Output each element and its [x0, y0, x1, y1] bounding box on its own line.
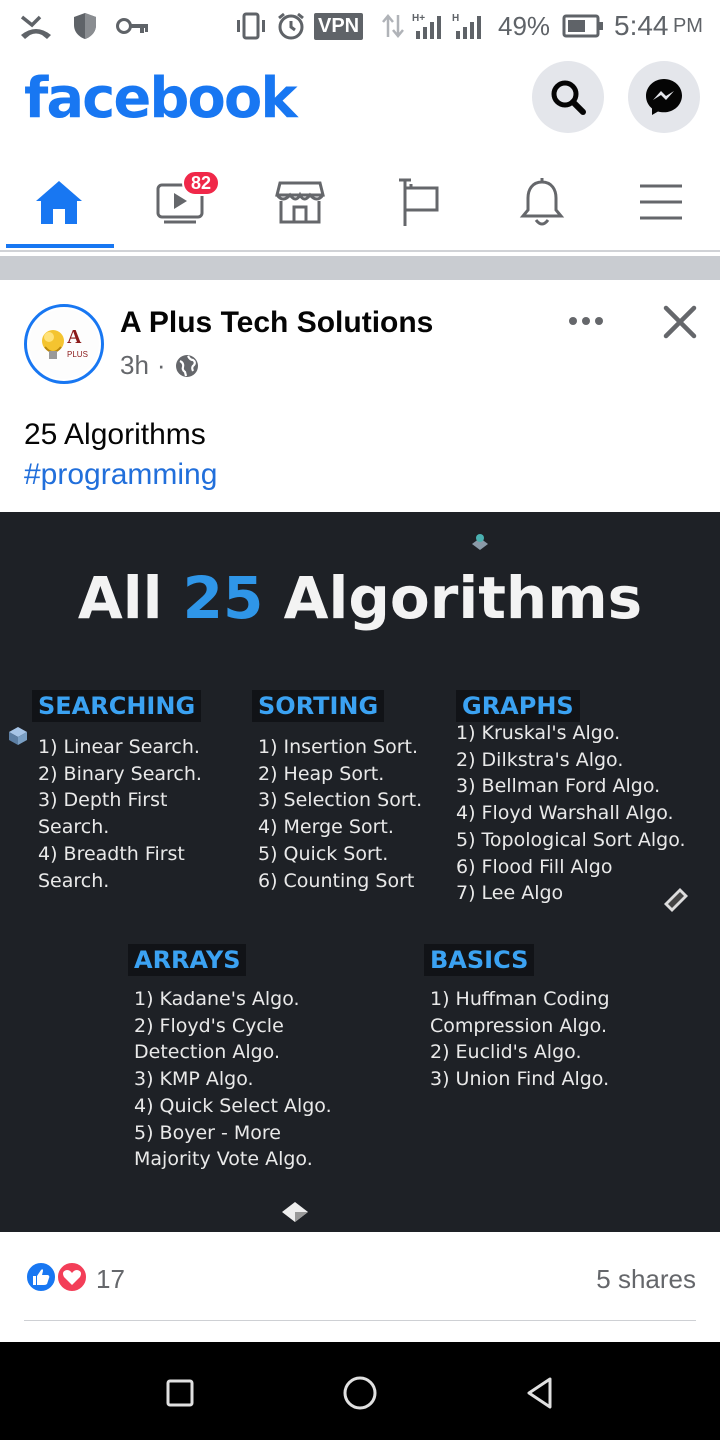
tab-menu[interactable]	[606, 156, 716, 248]
back-triangle-icon	[527, 1377, 552, 1409]
tab-notifications[interactable]	[487, 156, 597, 248]
post-text: 25 Algorithms	[24, 418, 206, 451]
home-button[interactable]	[335, 1368, 385, 1418]
battery-icon	[562, 8, 604, 44]
bell-icon	[519, 178, 565, 226]
messenger-icon	[646, 79, 682, 115]
svg-text:PLUS: PLUS	[67, 350, 88, 359]
search-icon	[551, 80, 586, 115]
messenger-button[interactable]	[628, 61, 700, 133]
vpn-badge: VPN	[314, 8, 364, 44]
back-button[interactable]	[515, 1368, 565, 1418]
home-icon	[36, 181, 82, 224]
post-header: A PLUS A Plus Tech Solutions 3h · 25 Alg…	[0, 280, 720, 512]
data-arrows-icon	[380, 8, 406, 44]
section-list-sorting: 1) Insertion Sort. 2) Heap Sort. 3) Sele…	[258, 736, 423, 892]
app-header: facebook	[0, 52, 720, 156]
meta-separator: ·	[156, 350, 166, 380]
signal-icon-2: H	[452, 8, 486, 44]
search-button[interactable]	[532, 61, 604, 133]
status-bar: VPN H+ H 49% 5:44 PM	[0, 0, 720, 52]
signal-icon: H+	[412, 8, 446, 44]
section-heading-sorting: SORTING	[252, 690, 385, 722]
close-icon	[663, 305, 697, 339]
recents-button[interactable]	[155, 1368, 205, 1418]
circle-icon	[343, 1376, 377, 1410]
section-heading-arrays: ARRAYS	[128, 944, 247, 976]
active-tab-indicator	[6, 244, 114, 248]
missed-call-icon	[18, 8, 54, 44]
hide-post-button[interactable]	[660, 302, 700, 342]
section-list-arrays: 1) Kadane's Algo. 2) Floyd's Cycle Detec…	[134, 988, 332, 1171]
vibrate-icon	[234, 8, 268, 44]
watch-notification-badge: 82	[182, 170, 220, 196]
feed-separator	[0, 256, 720, 280]
tab-watch[interactable]	[125, 156, 235, 248]
tab-bar	[0, 156, 720, 252]
section-list-graphs: 1) Kruskal's Algo. 2) Dilkstra's Algo. 3…	[456, 722, 686, 905]
alarm-icon	[276, 8, 306, 44]
image-title: All 25 Algorithms	[77, 564, 643, 632]
battery-percent: 49%	[498, 10, 551, 41]
a-plus-logo: A PLUS	[29, 309, 99, 379]
section-list-searching: 1) Linear Search. 2) Binary Search. 3) D…	[38, 736, 202, 892]
tab-pages[interactable]	[366, 156, 476, 248]
section-heading-graphs: GRAPHS	[456, 690, 580, 722]
store-icon	[275, 181, 325, 224]
decoration-cube-icon	[9, 727, 27, 745]
decoration-gem-icon	[472, 534, 488, 550]
section-heading-basics: BASICS	[424, 944, 535, 976]
hashtag-link[interactable]: #programming	[24, 458, 217, 492]
shares-count[interactable]: 5 shares	[596, 1264, 696, 1295]
reactions-divider	[24, 1320, 696, 1321]
globe-icon	[175, 354, 198, 377]
post-meta: 3h ·	[120, 350, 200, 381]
tab-home[interactable]	[4, 156, 114, 248]
reaction-icons[interactable]	[24, 1260, 90, 1294]
page-avatar[interactable]: A PLUS	[24, 304, 104, 384]
more-icon	[569, 317, 603, 325]
shield-icon	[72, 8, 98, 44]
tab-marketplace[interactable]	[245, 156, 355, 248]
hamburger-icon	[640, 184, 682, 220]
square-icon	[166, 1379, 194, 1407]
reaction-count[interactable]: 17	[96, 1264, 125, 1295]
system-nav-bar	[0, 1342, 720, 1440]
key-icon	[116, 8, 150, 44]
svg-text:A: A	[67, 326, 82, 348]
section-list-basics: 1) Huffman Coding Compression Algo. 2) E…	[430, 988, 610, 1091]
svg-text:H: H	[452, 13, 459, 24]
section-heading-searching: SEARCHING	[32, 690, 202, 722]
decoration-tool-icon	[664, 888, 688, 912]
more-options-button[interactable]	[566, 306, 606, 336]
post-time[interactable]: 3h	[120, 350, 149, 381]
facebook-logo[interactable]: facebook	[24, 66, 298, 131]
clock: 5:44 PM	[614, 10, 703, 41]
post-image[interactable]: All 25 Algorithms SEARCHING 1) Linear Se…	[0, 512, 720, 1232]
decoration-diamond-icon	[282, 1202, 308, 1222]
page-name[interactable]: A Plus Tech Solutions	[120, 306, 433, 340]
reactions-bar: 17 5 shares	[0, 1232, 720, 1342]
svg-text:H+: H+	[412, 13, 425, 24]
flag-icon	[399, 178, 439, 226]
